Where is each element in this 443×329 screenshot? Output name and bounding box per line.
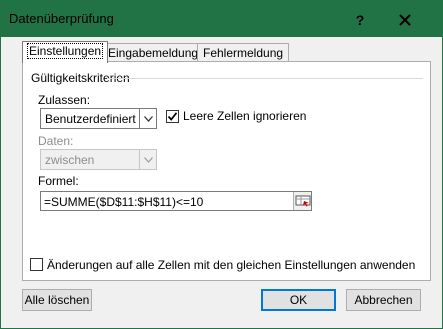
clear-all-button[interactable]: Alle löschen	[22, 289, 92, 311]
tab-error-message[interactable]: Fehlermeldung	[197, 43, 290, 62]
ignore-blank-checkbox[interactable]	[166, 110, 179, 123]
settings-panel: Gültigkeitskriterien Zulassen: Benutzerd…	[22, 61, 431, 281]
title-bar: Datenüberprüfung ?	[1, 1, 442, 37]
allow-dropdown[interactable]: Benutzerdefiniert	[40, 108, 157, 129]
allow-value: Benutzerdefiniert	[45, 112, 136, 126]
checkmark-icon	[167, 112, 178, 121]
chevron-down-icon	[139, 109, 156, 128]
allow-label: Zulassen:	[38, 93, 91, 107]
close-button[interactable]	[386, 8, 424, 31]
data-validation-dialog: Datenüberprüfung ? Einstellungen Eingabe…	[0, 0, 443, 329]
formula-input[interactable]: =SUMME($D$11:$H$11)<=10	[40, 191, 312, 211]
tab-input-message[interactable]: Eingabemeldung	[102, 43, 205, 62]
chevron-down-icon	[139, 150, 156, 169]
apply-all-label: Änderungen auf alle Zellen mit den gleic…	[47, 258, 416, 272]
close-icon	[399, 13, 411, 26]
help-button[interactable]: ?	[341, 8, 379, 31]
ok-button[interactable]: OK	[261, 289, 336, 311]
formula-value: =SUMME($D$11:$H$11)<=10	[44, 195, 204, 209]
formula-label: Formel:	[38, 174, 79, 188]
ignore-blank-label: Leere Zellen ignorieren	[183, 109, 307, 123]
data-value: zwischen	[45, 153, 95, 167]
group-divider	[107, 78, 423, 79]
apply-all-checkbox[interactable]	[30, 258, 43, 271]
dialog-title: Datenüberprüfung	[9, 11, 114, 26]
data-dropdown[interactable]: zwischen	[40, 149, 157, 170]
help-icon: ?	[355, 11, 365, 28]
range-select-icon	[295, 195, 311, 207]
data-label: Daten:	[38, 134, 74, 148]
cancel-button[interactable]: Abbrechen	[346, 289, 421, 311]
range-select-button[interactable]	[293, 192, 311, 210]
tab-settings[interactable]: Einstellungen	[22, 41, 109, 63]
